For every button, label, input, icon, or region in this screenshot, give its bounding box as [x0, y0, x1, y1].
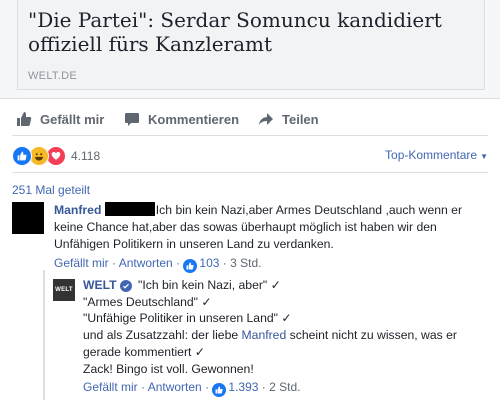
mention-link[interactable]: Manfred: [242, 328, 287, 342]
reply-line-2: "Armes Deutschland" ✓: [83, 294, 212, 309]
reply-reply-link[interactable]: Antworten: [148, 380, 202, 394]
reply-author[interactable]: WELT: [83, 278, 117, 292]
avatar[interactable]: [12, 202, 44, 234]
comment-body: Manfred Ich bin kein Nazi,aber Armes Deu…: [54, 202, 488, 273]
comment-reply-link[interactable]: Antworten: [119, 256, 173, 270]
thumbs-up-icon: [17, 112, 32, 126]
reply-like-count[interactable]: 1.393: [228, 380, 258, 394]
comment-like-count[interactable]: 103: [199, 256, 219, 270]
comment-icon: [125, 113, 139, 126]
comment-sort-label: Top-Kommentare: [385, 148, 478, 162]
share-count-link[interactable]: 251 Mal geteilt: [12, 183, 90, 197]
like-label: Gefällt mir: [40, 111, 105, 127]
comment-timestamp[interactable]: 3 Std.: [230, 256, 261, 270]
reply-line-3: "Unfähige Politiker in unseren Land" ✓: [83, 311, 292, 326]
avatar[interactable]: WELT: [53, 279, 75, 301]
link-preview-area: "Die Partei": Serdar Somuncu kandidiert …: [0, 0, 500, 99]
comment-label: Kommentieren: [148, 111, 240, 127]
reply-text: WELT "Ich bin kein Nazi, aber" ✓ "Armes …: [83, 277, 488, 377]
like-button[interactable]: Gefällt mir: [16, 104, 104, 134]
share-button[interactable]: Teilen: [258, 104, 319, 134]
reply-body: WELT "Ich bin kein Nazi, aber" ✓ "Armes …: [83, 277, 488, 398]
like-reaction-icon: [12, 146, 32, 166]
reply-meta: Gefällt mir · Antworten · 1.393 · 2 Std.: [83, 379, 488, 398]
reaction-count: 4.118: [71, 149, 101, 163]
thumbs-up-icon: [212, 383, 227, 398]
reply-line-5: Zack! Bingo ist voll. Gewonnen!: [83, 361, 254, 376]
thumbs-up-icon: [183, 259, 198, 273]
share-label: Teilen: [282, 111, 319, 127]
post-actions: Gefällt mir Kommentieren Teilen: [12, 104, 488, 136]
comment-button[interactable]: Kommentieren: [124, 104, 239, 134]
share-arrow-icon: [259, 113, 273, 125]
reply-line-1: "Ich bin kein Nazi, aber" ✓: [138, 278, 281, 292]
reply-timestamp[interactable]: 2 Std.: [269, 380, 300, 394]
reply-thread-line: [43, 270, 45, 400]
heart-icon: [46, 146, 66, 166]
comment-meta: Gefällt mir · Antworten · 103 · 3 Std.: [54, 255, 488, 273]
article-domain: WELT.DE: [28, 70, 77, 82]
reply-line-4-start: und als Zusatzzahl: der liebe: [83, 328, 242, 343]
reply-like-link[interactable]: Gefällt mir: [83, 380, 138, 394]
comment-text: Manfred Ich bin kein Nazi,aber Armes Deu…: [54, 202, 488, 253]
avatar-logo-text: WELT: [55, 287, 73, 293]
divider: [12, 172, 488, 173]
chevron-down-icon: ▼: [480, 152, 488, 161]
comment-author[interactable]: Manfred: [54, 203, 101, 217]
facebook-post: "Die Partei": Serdar Somuncu kandidiert …: [0, 0, 500, 400]
article-title[interactable]: "Die Partei": Serdar Somuncu kandidiert …: [28, 8, 478, 56]
comment-like-link[interactable]: Gefällt mir: [54, 256, 109, 270]
haha-icon: [29, 146, 49, 166]
verified-icon: [119, 280, 132, 292]
reactions-summary[interactable]: 4.118: [12, 145, 100, 167]
link-preview-card[interactable]: "Die Partei": Serdar Somuncu kandidiert …: [17, 0, 485, 90]
redacted-name: [104, 202, 155, 216]
comment-sort-dropdown[interactable]: Top-Kommentare ▼: [385, 148, 488, 162]
